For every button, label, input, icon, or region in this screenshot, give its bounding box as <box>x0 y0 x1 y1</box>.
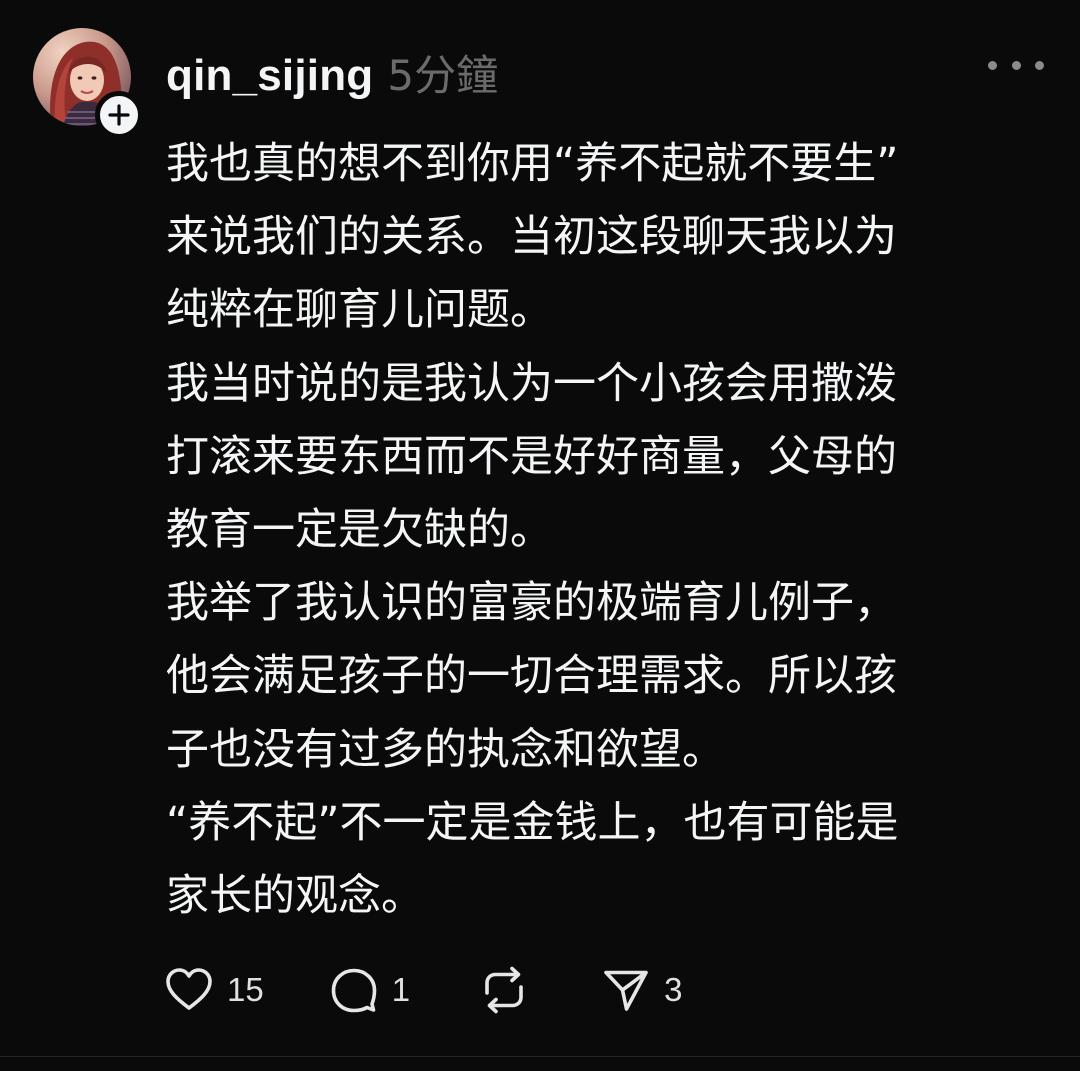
repost-icon <box>485 966 523 1014</box>
post-text-line: 他会满足孩子的一切合理需求。所以孩 <box>166 651 897 702</box>
username[interactable]: qin_sijing <box>166 51 373 101</box>
reply-button[interactable]: 1 <box>328 964 410 1016</box>
post-text-line: 我当时说的是我认为一个小孩会用撒泼 <box>166 358 897 409</box>
more-options-button[interactable] <box>988 50 1044 80</box>
share-button[interactable]: 3 <box>600 964 682 1016</box>
share-count: 3 <box>664 971 683 1008</box>
timestamp: 5分鐘 <box>387 51 499 100</box>
more-dots-icon <box>1035 60 1044 70</box>
follow-button[interactable] <box>95 91 143 139</box>
heart-icon <box>166 968 212 1010</box>
plus-icon <box>108 104 130 126</box>
post-body: 我也真的想不到你用“养不起就不要生” 来说我们的关系。当初这段聊天我以为 纯粹在… <box>166 128 1046 933</box>
post-text-line: 我举了我认识的富豪的极端育儿例子， <box>166 578 897 629</box>
more-dots-icon <box>1011 60 1021 70</box>
reply-count: 1 <box>391 971 411 1008</box>
post-text-line: 打滚来要东西而不是好好商量，父母的 <box>166 431 897 482</box>
post-text-line: 家长的观念。 <box>166 871 424 922</box>
post-header: qin_sijing 5分鐘 <box>166 42 498 102</box>
more-dots-icon <box>988 60 997 70</box>
post-text-line: 教育一定是欠缺的。 <box>166 505 553 556</box>
like-button[interactable]: 15 <box>163 964 264 1016</box>
avatar-container[interactable] <box>33 28 143 139</box>
like-count: 15 <box>227 971 264 1008</box>
send-icon <box>604 970 648 1011</box>
thread-post: qin_sijing 5分鐘 我也真的想不到你用“养不起就不要生” 来说我们的关… <box>0 0 1080 1056</box>
post-text-line: 纯粹在聊育儿问题。 <box>166 285 553 336</box>
post-text-line: 来说我们的关系。当初这段聊天我以为 <box>166 212 897 263</box>
post-text-line: “养不起”不一定是金钱上，也有可能是 <box>166 797 899 848</box>
post-divider <box>0 1056 1080 1057</box>
post-text-line: 我也真的想不到你用“养不起就不要生” <box>166 139 899 189</box>
repost-button[interactable] <box>478 964 530 1016</box>
action-bar: 15 1 3 <box>163 962 682 1018</box>
post-text-line: 子也没有过多的执念和欲望。 <box>166 724 725 775</box>
comment-bubble-icon <box>331 968 377 1013</box>
